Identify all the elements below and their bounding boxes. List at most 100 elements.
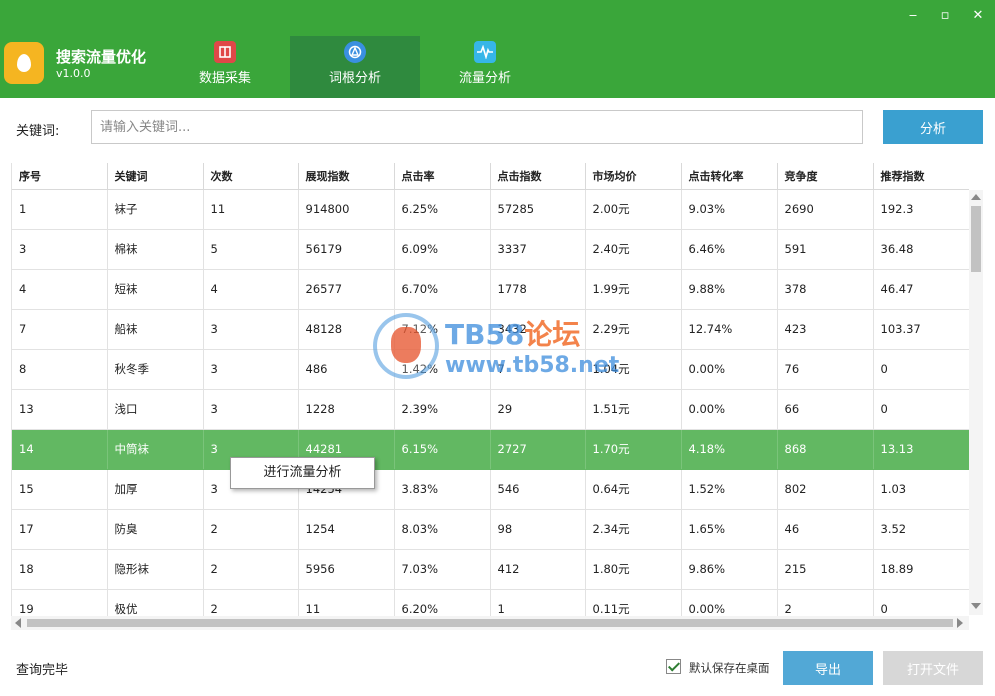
table-cell: 3 [203,349,299,390]
table-row[interactable]: 19 极优 2 11 6.20% 1 0.11元 0.00% 2 0 [12,589,969,616]
table-cell: 2 [203,549,299,590]
horizontal-scrollbar[interactable] [11,616,969,630]
context-menu-item-traffic-analysis[interactable]: 进行流量分析 [231,458,374,488]
scroll-up-icon[interactable] [971,194,981,200]
table-cell: 0 [873,349,969,390]
table-cell: 极优 [107,589,204,616]
table-row[interactable]: 3 棉袜 5 56179 6.09% 3337 2.40元 6.46% 591 36.48 [12,229,969,270]
column-header-recommend[interactable]: 推荐指数 [873,163,969,190]
table-row[interactable]: 15 加厚 3 14254 3.83% 546 0.64元 1.52% 802 1.03 [12,469,969,510]
table-cell: 9.88% [681,269,778,310]
table-cell: 192.3 [873,189,969,230]
compass-icon [344,41,366,63]
table-cell: 隐形袜 [107,549,204,590]
table-cell: 6.09% [394,229,491,270]
table-cell: 1.03 [873,469,969,510]
column-header-ctr[interactable]: 点击率 [394,163,491,190]
table-cell: 914800 [298,189,395,230]
column-header-clicks[interactable]: 点击指数 [490,163,586,190]
table-cell: 0 [873,389,969,430]
table-row[interactable]: 17 防臭 2 1254 8.03% 98 2.34元 1.65% 46 3.52 [12,509,969,550]
vertical-scrollbar[interactable] [969,190,983,615]
table-cell: 1.99元 [585,269,682,310]
horizontal-scroll-thumb[interactable] [27,619,953,627]
watermark-logo: TB58论坛 www.tb58.net [373,313,633,385]
table-cell: 0.64元 [585,469,682,510]
column-header-keyword[interactable]: 关键词 [107,163,204,190]
table-cell: 868 [777,429,874,470]
table-cell: 14 [12,429,108,470]
table-cell: 1.80元 [585,549,682,590]
table-cell: 12.74% [681,309,778,350]
table-cell: 215 [777,549,874,590]
column-header-conversion[interactable]: 点击转化率 [681,163,778,190]
table-cell: 棉袜 [107,229,204,270]
table-cell: 76 [777,349,874,390]
vertical-scroll-thumb[interactable] [971,206,981,272]
table-cell: 18.89 [873,549,969,590]
drop-icon [17,54,31,72]
table-cell: 423 [777,309,874,350]
table-cell: 6.70% [394,269,491,310]
table-cell: 8 [12,349,108,390]
table-cell: 3.83% [394,469,491,510]
scroll-down-icon[interactable] [971,603,981,609]
table-cell: 船袜 [107,309,204,350]
table-cell: 66 [777,389,874,430]
table-cell: 浅口 [107,389,204,430]
table-cell: 802 [777,469,874,510]
analyze-button[interactable]: 分析 [883,110,983,144]
table-cell: 5956 [298,549,395,590]
scroll-right-icon[interactable] [957,618,963,628]
column-header-competition[interactable]: 竞争度 [777,163,874,190]
table-cell: 2690 [777,189,874,230]
export-button[interactable]: 导出 [783,651,873,685]
table-cell: 56179 [298,229,395,270]
table-row[interactable]: 13 浅口 3 1228 2.39% 29 1.51元 0.00% 66 0 [12,389,969,430]
table-cell: 11 [203,189,299,230]
tab-data-collection[interactable]: 数据采集 [160,36,290,98]
table-row[interactable]: 14 中筒袜 3 44281 6.15% 2727 1.70元 4.18% 868 13.13 [12,429,969,470]
table-cell: 4.18% [681,429,778,470]
save-desktop-label[interactable]: 默认保存在桌面 [689,660,770,676]
column-header-avg-price[interactable]: 市场均价 [585,163,682,190]
scroll-left-icon[interactable] [15,618,21,628]
table-cell: 1.51元 [585,389,682,430]
table-cell: 7.03% [394,549,491,590]
table-cell: 3 [203,389,299,430]
keyword-input[interactable] [91,110,863,144]
table-cell: 1778 [490,269,586,310]
watermark-url: www.tb58.net [445,353,620,378]
open-file-button[interactable]: 打开文件 [883,651,983,685]
table-cell: 46.47 [873,269,969,310]
close-button[interactable]: ✕ [970,8,986,24]
table-cell: 6.25% [394,189,491,230]
table-cell: 412 [490,549,586,590]
app-logo [4,42,44,84]
table-cell: 6.15% [394,429,491,470]
column-header-count[interactable]: 次数 [203,163,299,190]
table-row[interactable]: 18 隐形袜 2 5956 7.03% 412 1.80元 9.86% 215 18.89 [12,549,969,590]
table-cell: 1.52% [681,469,778,510]
table-cell: 3 [12,229,108,270]
table-cell: 0 [873,589,969,616]
table-cell: 18 [12,549,108,590]
tab-label: 流量分析 [458,71,511,86]
table-cell: 19 [12,589,108,616]
table-cell: 98 [490,509,586,550]
save-desktop-checkbox[interactable] [666,659,681,674]
table-row[interactable]: 4 短袜 4 26577 6.70% 1778 1.99元 9.88% 378 46.47 [12,269,969,310]
column-header-index[interactable]: 序号 [12,163,108,190]
table-row[interactable]: 1 袜子 11 914800 6.25% 57285 2.00元 9.03% 2690 192.3 [12,189,969,230]
table-cell: 2 [777,589,874,616]
table-cell: 3337 [490,229,586,270]
table-cell: 29 [490,389,586,430]
app-version: v1.0.0 [56,67,91,80]
minimize-button[interactable]: ‒ [905,8,921,24]
table-cell: 2.00元 [585,189,682,230]
tab-traffic-analysis[interactable]: 流量分析 [420,36,550,98]
maximize-button[interactable]: ▫ [937,8,953,24]
table-cell: 8.03% [394,509,491,550]
column-header-impressions[interactable]: 展现指数 [298,163,395,190]
tab-root-analysis[interactable]: 词根分析 [290,36,420,98]
